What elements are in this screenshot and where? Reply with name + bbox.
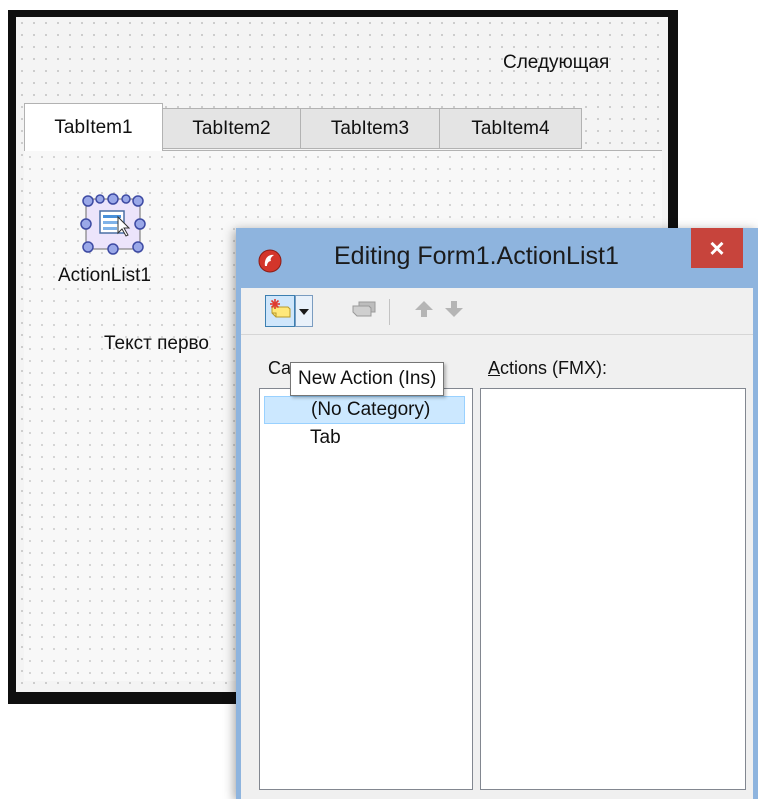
actions-label-accelerator: A xyxy=(488,358,501,378)
new-standard-action-icon xyxy=(351,298,377,325)
actions-listbox[interactable] xyxy=(480,388,746,790)
actions-label: Actions (FMX): xyxy=(488,358,607,379)
list-item-label: Tab xyxy=(310,427,341,448)
category-item-tab[interactable]: Tab xyxy=(264,424,465,452)
tab-label: TabItem3 xyxy=(330,117,410,139)
action-list-caption: ActionList1 xyxy=(58,265,151,286)
arrow-up-icon xyxy=(414,299,434,324)
tab-item-2[interactable]: TabItem2 xyxy=(162,108,301,149)
tab-item-4[interactable]: TabItem4 xyxy=(439,108,582,149)
tab-item-3[interactable]: TabItem3 xyxy=(300,108,440,149)
new-action-icon xyxy=(268,298,292,325)
tab-label: TabItem1 xyxy=(54,116,133,138)
categories-listbox[interactable]: (No Category) Tab xyxy=(259,388,473,790)
categories-label: Ca xyxy=(268,358,292,378)
action-list-editor-dialog: Editing Form1.ActionList1 × Ca Actions (… xyxy=(236,228,758,799)
toolbar-separator xyxy=(389,299,390,325)
category-item-no-category[interactable]: (No Category) xyxy=(264,396,465,424)
tab-label: TabItem2 xyxy=(192,117,271,139)
tab-item-1[interactable]: TabItem1 xyxy=(24,103,163,151)
dropdown-arrow-icon xyxy=(299,302,309,320)
action-list-component-icon[interactable] xyxy=(80,193,146,255)
close-button[interactable]: × xyxy=(691,228,743,268)
form-static-text: Текст перво xyxy=(104,333,209,354)
move-down-button[interactable] xyxy=(439,295,469,327)
new-action-tooltip: New Action (Ins) xyxy=(290,362,445,396)
dialog-toolbar xyxy=(241,288,753,335)
next-button-label[interactable]: Следующая xyxy=(503,52,609,74)
actions-label-text: ctions (FMX): xyxy=(500,358,608,378)
new-action-dropdown[interactable] xyxy=(295,295,313,327)
close-icon: × xyxy=(709,233,725,263)
move-up-button[interactable] xyxy=(409,295,439,327)
new-standard-action-button[interactable] xyxy=(349,295,379,327)
list-item-label: (No Category) xyxy=(311,399,431,420)
arrow-down-icon xyxy=(444,299,464,324)
delphi-helmet-icon xyxy=(258,249,282,273)
dialog-title: Editing Form1.ActionList1 xyxy=(334,242,619,270)
tab-label: TabItem4 xyxy=(471,117,550,139)
new-action-button[interactable] xyxy=(265,295,295,327)
